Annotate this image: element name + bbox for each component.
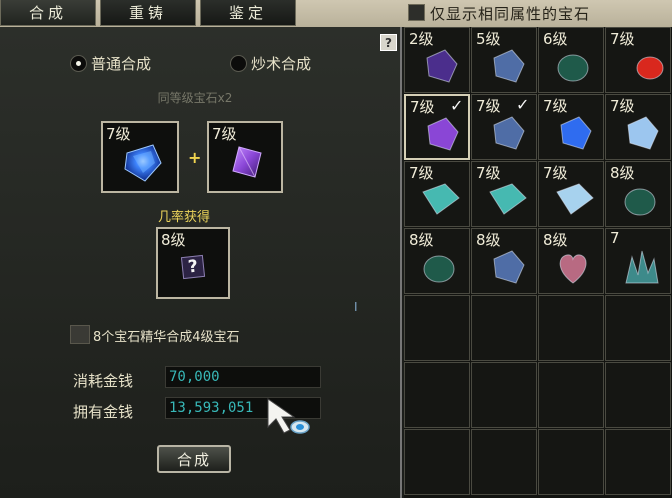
tab-identify[interactable]: 鉴定 xyxy=(200,0,296,26)
gem-slot-level: 2级 xyxy=(409,30,434,48)
gem-slot[interactable]: 8级 xyxy=(404,228,470,294)
essence-option-label: 8个宝石精华合成4级宝石 xyxy=(93,330,240,345)
empty-slot[interactable] xyxy=(605,362,671,428)
checkmark-icon: ✓ xyxy=(516,95,530,114)
gem-inventory-grid: 2级 5级 6级 7级 7级 ✓ 7级 ✓ 7级 7级 7级 7级 7级 8级 8级 8级 8级 7 xyxy=(404,27,672,498)
gem-slot-level: 7级 xyxy=(410,98,435,116)
empty-slot[interactable] xyxy=(404,429,470,495)
gem-slot[interactable]: 7级 ✓ xyxy=(471,94,537,160)
essence-option-checkbox[interactable] xyxy=(70,325,90,344)
input-slot-1-level: 7级 xyxy=(106,125,131,143)
gem-slot[interactable]: 7 xyxy=(605,228,671,294)
gem-slot-level: 8级 xyxy=(476,231,501,249)
gem-slot-level: 7级 xyxy=(610,30,635,48)
gem-slot[interactable]: 2级 xyxy=(404,27,470,93)
unknown-gem-icon: ? xyxy=(180,254,206,280)
cost-label: 消耗金钱 xyxy=(73,372,134,390)
output-slot: ? 8级 xyxy=(156,227,230,299)
gem-slot[interactable]: 8级 xyxy=(471,228,537,294)
gem-slot-level: 7 xyxy=(610,229,620,247)
gem-slot[interactable]: 7级 xyxy=(605,94,671,160)
gem-slot[interactable]: 7级 xyxy=(404,161,470,227)
radio-selected-icon xyxy=(70,55,87,72)
gem-slot-level: 7级 xyxy=(476,97,501,115)
cost-value: 70,000 xyxy=(165,366,321,388)
compose-panel: ? 普通合成 炒术合成 同等级宝石x2 7级 + 7级 几率获得 ? 8级 I … xyxy=(0,27,402,498)
plus-sign: + xyxy=(188,148,202,167)
gem-slot[interactable]: 7级 xyxy=(605,27,671,93)
mode-normal-radio[interactable]: 普通合成 xyxy=(70,53,151,74)
gem-slot[interactable]: 7级 xyxy=(538,94,604,160)
mouse-pointer-icon xyxy=(267,398,310,434)
gem-slot-level: 7级 xyxy=(409,164,434,182)
input-slot-2-level: 7级 xyxy=(212,125,237,143)
same-level-note: 同等级宝石x2 xyxy=(157,91,233,105)
radio-unselected-icon xyxy=(230,55,247,72)
gem-slot-level: 5级 xyxy=(476,30,501,48)
gem-slot[interactable]: 7级 ✓ xyxy=(404,94,470,160)
tab-compose[interactable]: 合成 xyxy=(0,0,96,26)
empty-slot[interactable] xyxy=(605,295,671,361)
empty-slot[interactable] xyxy=(471,362,537,428)
gem-slot[interactable]: 6级 xyxy=(538,27,604,93)
gem-slot[interactable]: 5级 xyxy=(471,27,537,93)
empty-slot[interactable] xyxy=(404,295,470,361)
empty-slot[interactable] xyxy=(538,362,604,428)
same-attribute-filter-label: 仅显示相同属性的宝石 xyxy=(430,5,591,23)
mode-skill-radio[interactable]: 炒术合成 xyxy=(230,53,311,74)
gem-slot-level: 7级 xyxy=(543,164,568,182)
tab-recast[interactable]: 重铸 xyxy=(100,0,196,26)
text-cursor-icon: I xyxy=(354,300,358,314)
owned-label: 拥有金钱 xyxy=(73,403,134,421)
gem-slot-level: 7级 xyxy=(476,164,501,182)
help-button[interactable]: ? xyxy=(380,34,397,51)
gem-slot[interactable]: 7级 xyxy=(538,161,604,227)
empty-slot[interactable] xyxy=(538,429,604,495)
output-slot-level: 8级 xyxy=(161,231,186,249)
same-attribute-filter-checkbox[interactable] xyxy=(408,4,425,21)
tab-bar: 合成 重铸 鉴定 仅显示相同属性的宝石 xyxy=(0,0,672,27)
input-slot-2[interactable]: 7级 xyxy=(207,121,283,193)
gem-slot-level: 7级 xyxy=(610,97,635,115)
gem-slot-level: 6级 xyxy=(543,30,568,48)
mode-normal-label: 普通合成 xyxy=(91,55,152,73)
empty-slot[interactable] xyxy=(538,295,604,361)
gem-slot-level: 8级 xyxy=(610,164,635,182)
empty-slot[interactable] xyxy=(471,429,537,495)
compose-button[interactable]: 合成 xyxy=(157,445,231,473)
empty-slot[interactable] xyxy=(404,362,470,428)
input-slot-1[interactable]: 7级 xyxy=(101,121,179,193)
gem-slot-level: 8级 xyxy=(409,231,434,249)
gem-slot-level: 8级 xyxy=(543,231,568,249)
probability-label: 几率获得 xyxy=(158,210,211,225)
gem-slot[interactable]: 8级 xyxy=(538,228,604,294)
mode-skill-label: 炒术合成 xyxy=(251,55,312,73)
checkmark-icon: ✓ xyxy=(450,96,464,115)
gem-slot[interactable]: 7级 xyxy=(471,161,537,227)
gem-slot[interactable]: 8级 xyxy=(605,161,671,227)
empty-slot[interactable] xyxy=(471,295,537,361)
empty-slot[interactable] xyxy=(605,429,671,495)
gem-slot-level: 7级 xyxy=(543,97,568,115)
